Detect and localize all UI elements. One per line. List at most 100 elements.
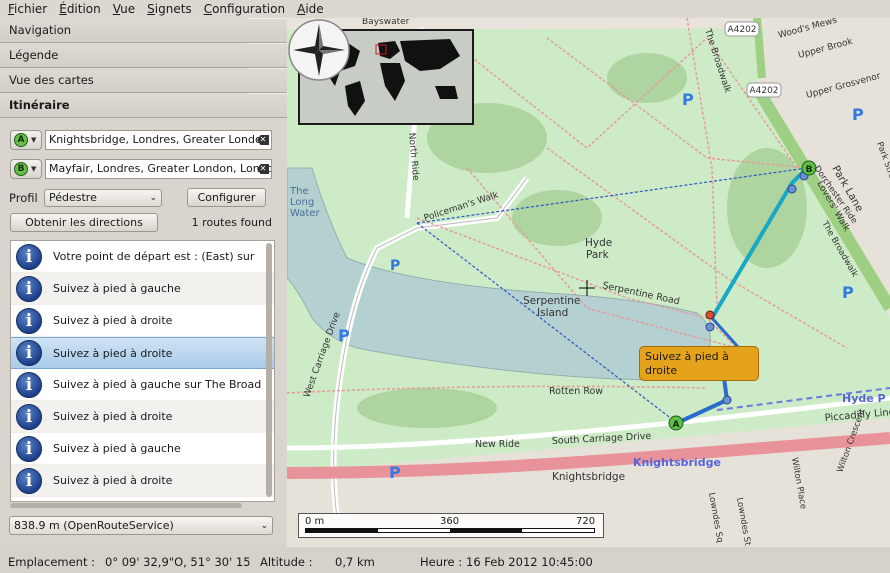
instruction-text: Suivez à pied à gauche sur The Broad xyxy=(53,378,262,391)
marker-a-label: A xyxy=(673,420,680,430)
route-start-row: A ▼ Knightsbridge, Londres, Greater Lond… xyxy=(10,130,272,150)
section-legende-label: Légende xyxy=(9,48,59,62)
start-location-value: Knightsbridge, Londres, Greater London xyxy=(49,133,269,146)
location-label: Emplacement : xyxy=(8,554,96,569)
profile-select[interactable]: Pédestre ⌄ xyxy=(44,188,162,207)
menu-fichier[interactable]: Fichier xyxy=(4,2,55,16)
instruction-bubble: Suivez à pied à droite xyxy=(639,346,759,381)
instruction-item-selected[interactable]: i Suivez à pied à droite xyxy=(11,337,274,369)
marker-b-label: B xyxy=(806,165,813,175)
instruction-item[interactable]: i Votre point de départ est : (East) sur xyxy=(11,241,274,273)
instruction-item[interactable]: i Suivez à pied à gauche xyxy=(11,273,274,305)
instruction-item[interactable]: i Suivez à pied à gauche xyxy=(11,433,274,465)
configure-button[interactable]: Configurer xyxy=(187,188,266,207)
directions-row: Obtenir les directions 1 routes found xyxy=(10,213,272,232)
location-value: 0° 09' 32,9"O, 51° 30' 15 xyxy=(105,554,251,569)
scrollbar-thumb[interactable] xyxy=(266,243,272,497)
menu-vue[interactable]: Vue xyxy=(109,2,143,16)
parking-icon: P xyxy=(389,463,401,482)
rotten-row-label: Rotten Row xyxy=(549,386,603,397)
serpentine-island-label-2: Island xyxy=(537,307,568,319)
info-icon: i xyxy=(16,307,42,334)
hyde-park-label: Hyde xyxy=(585,237,612,249)
new-ride-label: New Ride xyxy=(475,439,520,450)
route-summary-select[interactable]: 838.9 m (OpenRouteService) ⌄ xyxy=(9,516,273,535)
section-itineraire[interactable]: Itinéraire xyxy=(0,93,287,118)
hyde-park-label-2: Park xyxy=(586,249,610,261)
map-view[interactable]: A B P P P P P P Hyde Park Serpentine Isl… xyxy=(287,18,890,547)
menu-edition[interactable]: Édition xyxy=(55,2,109,16)
profile-select-value: Pédestre xyxy=(49,191,97,204)
instruction-text: Votre point de départ est : (East) sur xyxy=(53,250,255,263)
instruction-item[interactable]: i Suivez à pied à droite xyxy=(11,401,274,433)
a4202-badge: A4202 xyxy=(749,86,778,96)
parking-icon: P xyxy=(682,90,694,109)
instruction-item[interactable]: i Suivez à pied à gauche sur The Broad xyxy=(11,369,274,401)
end-marker-button[interactable]: B ▼ xyxy=(10,159,42,179)
profile-label: Profil xyxy=(9,190,38,205)
scale-bar: 0 m 360 720 xyxy=(298,513,604,538)
start-location-input[interactable]: Knightsbridge, Londres, Greater London ✕ xyxy=(45,130,272,150)
parking-icon: P xyxy=(842,283,854,302)
instruction-text: Suivez à pied à droite xyxy=(53,314,173,327)
start-marker-button[interactable]: A ▼ xyxy=(10,130,42,150)
compass-icon xyxy=(288,19,350,81)
chevron-down-icon: ▼ xyxy=(31,165,37,173)
a4202-badge: A4202 xyxy=(727,25,756,35)
knightsbridge-road-label: Knightsbridge xyxy=(552,471,625,483)
instructions-horizontal-scrollbar[interactable] xyxy=(10,503,242,508)
time-value: 16 Feb 2012 10:45:00 xyxy=(466,554,593,569)
section-navigation-label: Navigation xyxy=(9,23,72,37)
altitude-value: 0,7 km xyxy=(335,554,375,569)
get-directions-label: Obtenir les directions xyxy=(25,216,143,229)
scale-bar-ruler xyxy=(305,528,595,533)
instruction-text: Suivez à pied à gauche xyxy=(53,282,181,295)
profile-row: Profil Pédestre ⌄ Configurer xyxy=(9,188,266,207)
parking-icon: P xyxy=(390,258,400,274)
end-location-value: Mayfair, Londres, Greater London, London xyxy=(49,162,272,175)
knightsbridge-station-label: Knightsbridge xyxy=(633,456,721,469)
route-summary-value: 838.9 m (OpenRouteService) xyxy=(14,519,174,532)
instruction-text: Suivez à pied à gauche xyxy=(53,442,181,455)
instruction-item[interactable]: i Suivez à pied à droite xyxy=(11,465,274,497)
info-icon: i xyxy=(16,340,42,366)
instruction-item[interactable]: i Suivez à pied à droite xyxy=(11,305,274,337)
chevron-down-icon: ⌄ xyxy=(260,520,268,531)
chevron-down-icon: ⌄ xyxy=(149,192,157,203)
section-navigation[interactable]: Navigation xyxy=(0,18,287,43)
menu-aide[interactable]: Aide xyxy=(293,2,332,16)
marble-app-window: Fichier Édition Vue Signets Configuratio… xyxy=(0,0,890,573)
menu-signets[interactable]: Signets xyxy=(143,2,200,16)
info-icon: i xyxy=(16,243,42,270)
long-water-label: The xyxy=(289,186,309,197)
instructions-vertical-scrollbar[interactable] xyxy=(266,243,272,497)
section-legende[interactable]: Légende xyxy=(0,43,287,68)
section-vue-des-cartes[interactable]: Vue des cartes xyxy=(0,68,287,93)
parking-icon: P xyxy=(338,326,350,345)
hyde-park-corner-label: Hyde P xyxy=(842,392,886,405)
parking-icon: P xyxy=(852,105,864,124)
info-icon: i xyxy=(16,371,42,398)
info-icon: i xyxy=(16,403,42,430)
bayswater-label: Bayswater xyxy=(362,18,410,27)
info-icon: i xyxy=(16,435,42,462)
status-bar: Emplacement : 0° 09' 32,9"O, 51° 30' 15 … xyxy=(0,550,890,573)
time-label: Heure : xyxy=(420,554,463,569)
marker-a-icon: A xyxy=(14,133,28,147)
routes-found-label: 1 routes found xyxy=(191,216,272,229)
chevron-down-icon: ▼ xyxy=(31,136,37,144)
scale-end: 720 xyxy=(576,516,596,527)
route-end-row: B ▼ Mayfair, Londres, Greater London, Lo… xyxy=(10,159,272,179)
configure-button-label: Configurer xyxy=(197,191,256,204)
marker-b-icon: B xyxy=(14,162,28,176)
section-vue-des-cartes-label: Vue des cartes xyxy=(9,73,94,87)
serpentine-island-label: Serpentine xyxy=(523,295,580,307)
long-water-label-2: Long xyxy=(290,197,314,208)
instruction-text: Suivez à pied à droite xyxy=(53,410,173,423)
long-water-label-3: Water xyxy=(290,208,320,219)
info-icon: i xyxy=(16,467,42,494)
menu-configuration[interactable]: Configuration xyxy=(200,2,293,16)
scale-mid: 360 xyxy=(440,516,460,527)
end-location-input[interactable]: Mayfair, Londres, Greater London, London… xyxy=(45,159,272,179)
get-directions-button[interactable]: Obtenir les directions xyxy=(10,213,158,232)
